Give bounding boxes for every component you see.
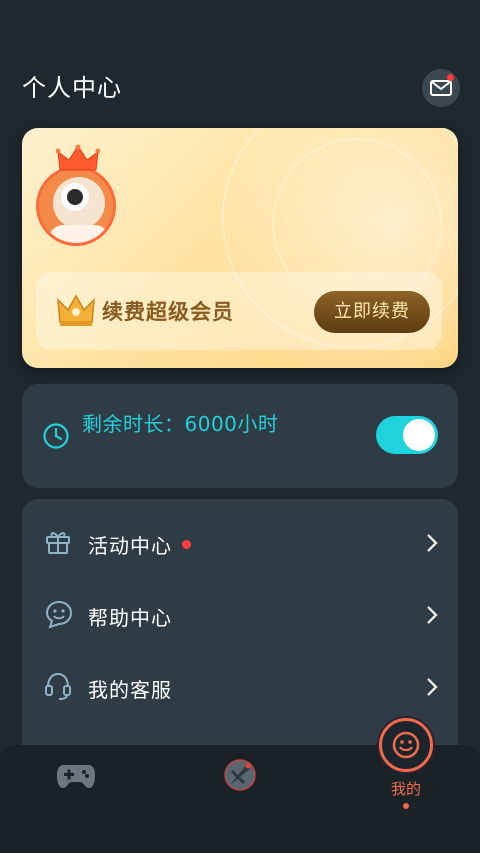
menu-item-label: 活动中心 — [88, 534, 172, 558]
menu-item-label: 帮助中心 — [88, 606, 172, 630]
tab-mine[interactable]: 我的 — [378, 718, 434, 809]
header: 个人中心 — [22, 68, 460, 112]
smile-icon — [392, 731, 420, 759]
clock-icon — [43, 423, 69, 449]
gamepad-icon — [57, 765, 95, 788]
gift-icon — [46, 532, 70, 554]
chevron-right-icon — [427, 678, 438, 696]
remaining-time-toggle[interactable] — [376, 416, 438, 454]
menu-item-help-center[interactable]: 帮助中心 — [22, 585, 458, 645]
chevron-right-icon — [427, 534, 438, 552]
menu-item-label: 我的客服 — [88, 678, 172, 702]
avatar[interactable] — [36, 144, 118, 246]
renew-label: 续费超级会员 — [102, 300, 234, 324]
rocket-icon — [224, 759, 256, 791]
crown-icon — [57, 294, 95, 326]
menu-item-customer-service[interactable]: 我的客服 — [22, 657, 458, 717]
renew-bar: 续费超级会员 立即续费 — [36, 272, 442, 350]
crown-icon — [56, 144, 100, 171]
tab-discover[interactable] — [222, 757, 258, 797]
tab-label: 我的 — [390, 780, 421, 798]
vip-card: 续费超级会员 立即续费 — [22, 128, 458, 368]
toggle-knob — [403, 419, 435, 451]
notification-dot — [182, 540, 191, 549]
chat-smile-icon — [45, 600, 73, 629]
notification-dot — [447, 74, 454, 81]
tab-games[interactable] — [56, 761, 96, 795]
remaining-time-text: 剩余时长：6000小时 — [82, 412, 279, 436]
headset-icon — [45, 672, 71, 700]
remaining-time-card: 剩余时长：6000小时 — [22, 384, 458, 488]
renew-button[interactable]: 立即续费 — [314, 291, 430, 333]
bottom-tab-bar: 我的 — [0, 718, 480, 853]
active-indicator-dot — [403, 803, 409, 809]
page-title: 个人中心 — [22, 74, 122, 102]
mail-button[interactable] — [422, 69, 460, 107]
mail-icon — [430, 80, 452, 96]
chevron-right-icon — [427, 606, 438, 624]
menu-item-activity-center[interactable]: 活动中心 — [22, 513, 458, 573]
avatar-image — [36, 166, 116, 246]
